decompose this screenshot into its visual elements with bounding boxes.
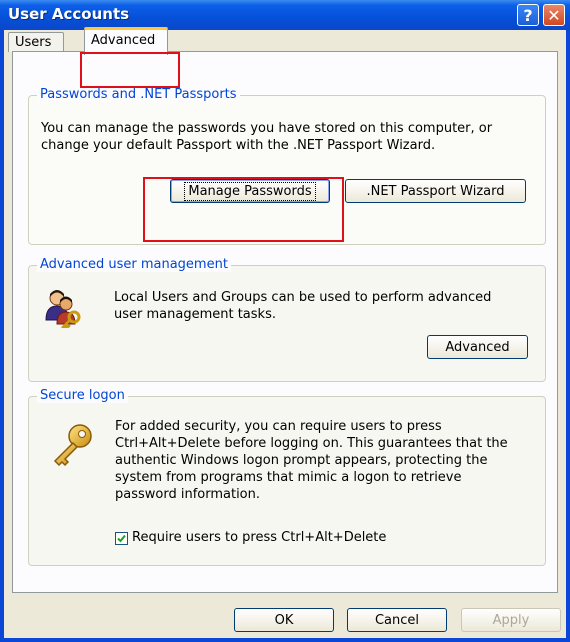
secure-logon-line2: Ctrl+Alt+Delete before logging on. This … (115, 436, 508, 451)
user-accounts-window: User Accounts ? ✕ Users Advanced Passwor… (0, 0, 570, 642)
help-icon: ? (523, 5, 533, 25)
secure-logon-group: Secure logon For added security, you can… (28, 388, 546, 566)
user-management-description-line1: Local Users and Groups can be used to pe… (114, 290, 492, 305)
tab-users[interactable]: Users (8, 32, 64, 52)
secure-logon-line3: authentic Windows logon prompt appears, … (115, 453, 488, 468)
passwords-group: Passwords and .NET Passports You can man… (28, 87, 546, 245)
user-management-description-line2: user management tasks. (114, 307, 276, 322)
advanced-user-management-title: Advanced user management (37, 257, 231, 272)
secure-logon-description: For added security, you can require user… (115, 418, 508, 503)
passwords-description-line2: change your default Passport with the .N… (41, 138, 436, 153)
cancel-button-label: Cancel (374, 612, 420, 628)
secure-logon-line5: password information. (115, 487, 261, 502)
close-icon: ✕ (547, 5, 561, 25)
tab-advanced-label: Advanced (91, 33, 156, 48)
secure-logon-line4: system from programs that mimic a logon … (115, 470, 462, 485)
passwords-description-line1: You can manage the passwords you have st… (41, 121, 493, 136)
advanced-button[interactable]: Advanced (427, 335, 528, 359)
manage-passwords-button[interactable]: Manage Passwords (170, 179, 330, 203)
ok-button-label: OK (274, 612, 294, 628)
help-button[interactable]: ? (517, 4, 539, 26)
user-management-description: Local Users and Groups can be used to pe… (114, 289, 491, 323)
key-icon (49, 421, 97, 469)
passwords-group-title: Passwords and .NET Passports (37, 87, 240, 102)
cancel-button[interactable]: Cancel (347, 608, 447, 632)
apply-button[interactable]: Apply (461, 608, 561, 632)
net-passport-wizard-button[interactable]: .NET Passport Wizard (345, 179, 526, 203)
secure-logon-title: Secure logon (37, 388, 128, 403)
title-bar[interactable]: User Accounts ? ✕ (0, 0, 570, 30)
passwords-description: You can manage the passwords you have st… (41, 120, 492, 154)
secure-logon-line1: For added security, you can require user… (115, 419, 442, 434)
tab-users-label: Users (15, 35, 52, 50)
tab-advanced[interactable]: Advanced (84, 27, 168, 55)
advanced-user-management-group: Advanced user management Local Users and… (28, 257, 546, 382)
ok-button[interactable]: OK (234, 608, 334, 632)
close-button[interactable]: ✕ (543, 4, 565, 26)
require-ctrl-alt-delete-label[interactable]: Require users to press Ctrl+Alt+Delete (132, 530, 386, 545)
require-ctrl-alt-delete-checkbox[interactable] (115, 532, 128, 545)
net-passport-wizard-label: .NET Passport Wizard (366, 183, 505, 199)
window-title: User Accounts (8, 5, 130, 23)
checkmark-icon (117, 534, 126, 543)
manage-passwords-label: Manage Passwords (184, 181, 316, 201)
users-key-icon (43, 288, 83, 330)
advanced-button-label: Advanced (445, 339, 510, 355)
apply-button-label: Apply (492, 612, 530, 628)
